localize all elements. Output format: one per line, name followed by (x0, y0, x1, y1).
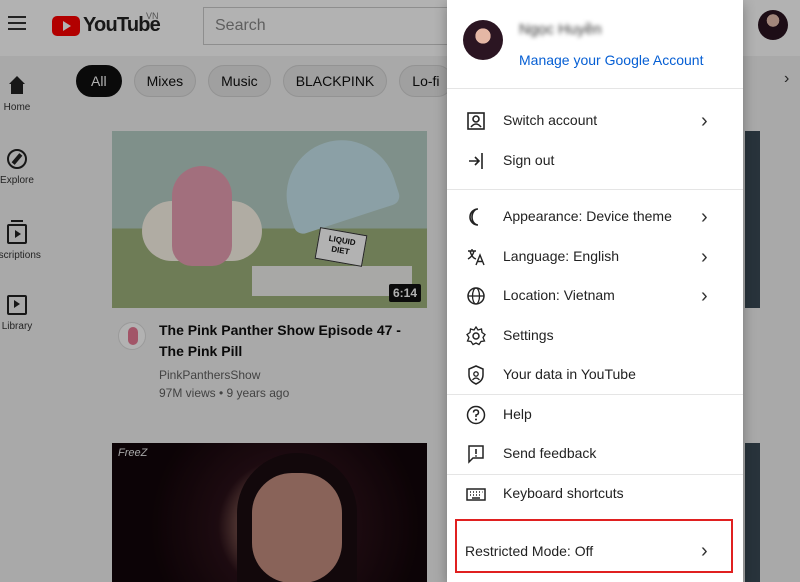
menu-item-settings[interactable]: Settings (447, 316, 743, 356)
menu-item-keyboard-shortcuts[interactable]: Keyboard shortcuts (447, 474, 743, 514)
chevron-right-icon: › (701, 285, 708, 307)
account-menu: Ngọc Huyền Manage your Google Account Sw… (447, 0, 743, 582)
chevron-right-icon: › (701, 206, 708, 228)
menu-item-label: Switch account (503, 112, 598, 128)
menu-item-label: Location: Vietnam (503, 287, 615, 303)
menu-item-label: Language: English (503, 248, 619, 264)
menu-item-label: Your data in YouTube (503, 366, 636, 382)
account-name: Ngọc Huyền (519, 21, 602, 38)
restricted-mode-label: Restricted Mode: Off (465, 543, 594, 559)
appearance-icon (465, 206, 487, 228)
menu-item-label: Settings (503, 327, 554, 343)
language-icon (465, 246, 487, 268)
menu-item-label: Help (503, 406, 532, 422)
menu-item-location[interactable]: Location: Vietnam › (447, 276, 743, 316)
divider (447, 189, 743, 190)
chevron-right-icon: › (701, 246, 708, 268)
feedback-icon (465, 443, 487, 465)
help-icon (465, 404, 487, 426)
shield-icon (465, 364, 487, 386)
keyboard-icon (465, 483, 487, 505)
restricted-mode-button[interactable]: Restricted Mode: Off › (455, 519, 733, 573)
menu-item-help[interactable]: Help (447, 395, 743, 435)
menu-item-switch-account[interactable]: Switch account › (447, 101, 743, 141)
menu-item-label: Sign out (503, 152, 555, 168)
manage-account-link[interactable]: Manage your Google Account (519, 52, 703, 68)
menu-item-appearance[interactable]: Appearance: Device theme › (447, 197, 743, 237)
sign-out-icon (465, 150, 487, 172)
globe-icon (465, 285, 487, 307)
menu-item-label: Send feedback (503, 445, 597, 461)
menu-item-sign-out[interactable]: Sign out (447, 141, 743, 181)
chevron-right-icon: › (701, 540, 708, 562)
menu-item-your-data[interactable]: Your data in YouTube (447, 355, 743, 395)
divider (447, 88, 743, 89)
switch-account-icon (465, 110, 487, 132)
menu-item-label: Keyboard shortcuts (503, 485, 624, 501)
menu-item-send-feedback[interactable]: Send feedback (447, 434, 743, 474)
chevron-right-icon: › (701, 110, 708, 132)
menu-item-label: Appearance: Device theme (503, 208, 672, 224)
gear-icon (465, 325, 487, 347)
menu-avatar (463, 20, 503, 60)
menu-item-language[interactable]: Language: English › (447, 237, 743, 277)
